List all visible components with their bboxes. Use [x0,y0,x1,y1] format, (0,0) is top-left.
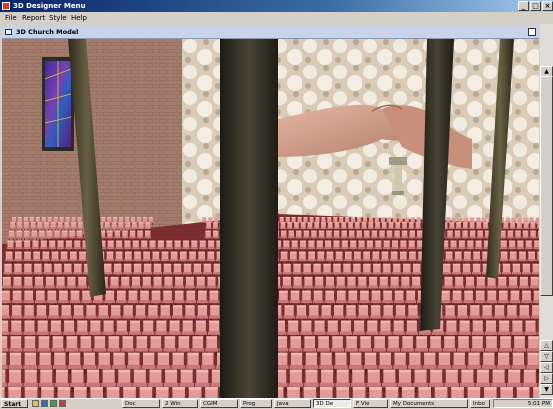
chair [7,387,23,398]
chair [138,387,154,398]
inner-window-title: 3D Church Model [16,28,79,36]
chair [187,387,203,398]
inner-maximize-icon[interactable] [528,28,536,36]
minimize-button[interactable]: _ [518,1,529,11]
chair [105,387,121,398]
chair [400,387,416,398]
start-button[interactable]: Start [1,399,28,408]
close-button[interactable]: × [542,1,553,11]
nav-right-button[interactable]: ▷ [540,373,553,384]
vertical-scrollbar[interactable]: ▲ △ ▽ ◁ ▷ ▼ [540,24,553,398]
pillar-center [220,39,278,398]
chair [302,387,318,398]
taskbar-button[interactable]: Prog [240,399,272,408]
app-title: 3D Designer Menu [13,2,86,10]
app-icon [2,2,10,10]
system-tray[interactable]: 5:01 PM [493,399,553,408]
stained-glass-window [42,57,74,151]
app-icon[interactable] [50,400,57,407]
chair [433,387,449,398]
taskbar: Start Doc 2 Win CGIM Prog Java 3D De F Vie My D… [0,398,553,408]
inner-window-icon [5,29,12,35]
chair [384,387,400,398]
chair [499,387,515,398]
chair [285,387,302,398]
nav-up-button[interactable]: △ [540,340,553,351]
taskbar-button[interactable]: Java [274,399,311,408]
maximize-button[interactable]: □ [530,1,541,11]
folder-icon[interactable] [32,400,39,407]
chair [203,387,220,398]
taskbar-button[interactable]: 3D De [313,399,351,408]
chair [318,387,334,398]
taskbar-button[interactable]: Inbo [470,399,490,408]
taskbar-button[interactable]: Doc [122,399,160,408]
menu-help[interactable]: Help [71,12,87,24]
taskbar-button[interactable]: CGIM [200,399,238,408]
3d-viewport[interactable] [2,39,539,398]
chair [351,387,367,398]
chair [23,387,39,398]
taskbar-button[interactable]: F Vie [353,399,388,408]
menu-bar: File Report Style Help [0,12,553,24]
chair [482,387,498,398]
browser-icon[interactable] [41,400,48,407]
nav-left-button[interactable]: ◁ [540,362,553,373]
chair [56,387,72,398]
mail-icon[interactable] [59,400,66,407]
chair [171,387,187,398]
scroll-thumb[interactable] [540,76,553,296]
taskbar-button[interactable]: 2 Win [162,399,198,408]
chair [335,387,351,398]
chair [515,387,531,398]
inner-window-titlebar: 3D Church Model [2,26,539,39]
church-scene [2,39,539,398]
chair [449,387,466,398]
chair [39,387,56,398]
app-titlebar: 3D Designer Menu _ □ × [0,0,553,12]
chair [154,387,170,398]
chair [121,387,138,398]
chair [417,387,433,398]
chair [72,387,88,398]
chair [466,387,482,398]
nav-down-button[interactable]: ▽ [540,351,553,362]
chair [367,387,384,398]
menu-style[interactable]: Style [49,12,67,24]
chair [89,387,105,398]
menu-file[interactable]: File [5,12,17,24]
menu-report[interactable]: Report [22,12,45,24]
taskbar-button[interactable]: My Documents [390,399,468,408]
scroll-down-button[interactable]: ▼ [540,384,553,395]
